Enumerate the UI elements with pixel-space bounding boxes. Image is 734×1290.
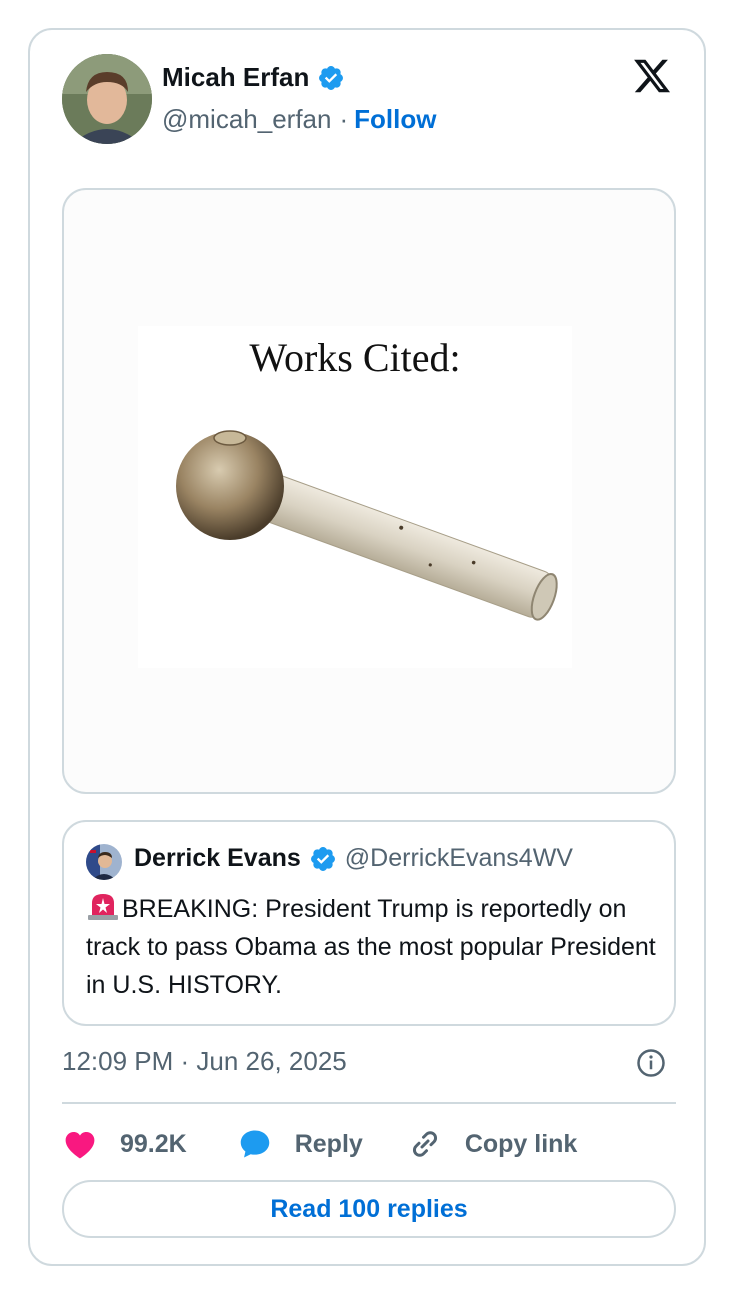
author-handle-line: @micah_erfan · Follow xyxy=(162,104,436,135)
meme-image: Works Cited: xyxy=(138,326,572,668)
tweet-timestamp[interactable]: 12:09 PM · Jun 26, 2025 xyxy=(62,1046,347,1077)
read-replies-button[interactable]: Read 100 replies xyxy=(62,1180,676,1238)
quoted-tweet-body: BREAKING: President Trump is reportedly … xyxy=(86,895,656,999)
link-icon xyxy=(412,1131,437,1157)
quoted-author-avatar[interactable] xyxy=(86,844,122,880)
copy-link-button[interactable]: Copy link xyxy=(407,1126,578,1162)
action-bar: 99.2K Reply Copy link xyxy=(62,1122,577,1166)
divider xyxy=(62,1102,676,1104)
author-name-text[interactable]: Micah Erfan xyxy=(162,62,309,93)
author-avatar[interactable] xyxy=(62,54,152,144)
glass-pipe-illustration xyxy=(176,430,558,621)
tweet-media-image[interactable]: Works Cited: xyxy=(62,188,676,794)
author-handle[interactable]: @micah_erfan xyxy=(162,104,331,135)
follow-button[interactable]: Follow xyxy=(354,104,436,135)
heart-icon xyxy=(65,1132,95,1159)
reply-label: Reply xyxy=(294,1129,363,1158)
author-name[interactable]: Micah Erfan xyxy=(162,62,345,93)
quoted-author-name[interactable]: Derrick Evans xyxy=(134,844,301,873)
handle-separator: · xyxy=(339,104,349,134)
x-logo-icon[interactable] xyxy=(630,56,674,96)
quoted-tweet-text: BREAKING: President Trump is reportedly … xyxy=(86,890,656,1004)
quoted-tweet[interactable]: Derrick Evans @DerrickEvans4WV BREAKING:… xyxy=(62,820,676,1026)
like-button[interactable]: 99.2K xyxy=(62,1126,187,1162)
verified-badge-icon xyxy=(319,65,344,90)
like-count: 99.2K xyxy=(120,1129,187,1158)
tweet-embed-card: Micah Erfan @micah_erfan · Follow Works … xyxy=(28,28,706,1266)
copy-link-label: Copy link xyxy=(464,1129,578,1158)
read-replies-label: Read 100 replies xyxy=(270,1194,468,1223)
quoted-author-handle[interactable]: @DerrickEvans4WV xyxy=(345,844,573,873)
police-light-icon xyxy=(88,894,118,920)
reply-button[interactable]: Reply xyxy=(237,1126,363,1162)
info-icon[interactable] xyxy=(636,1048,666,1078)
quoted-header: Derrick Evans @DerrickEvans4WV xyxy=(134,844,573,873)
quoted-verified-badge-icon xyxy=(310,846,335,871)
speech-bubble-icon xyxy=(240,1130,269,1158)
